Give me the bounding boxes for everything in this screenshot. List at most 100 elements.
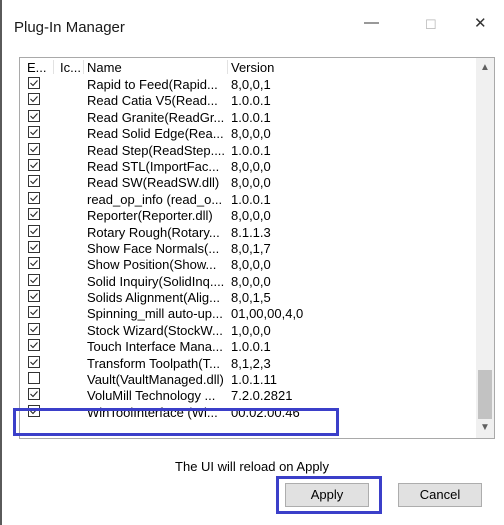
checkmark-icon xyxy=(30,194,38,202)
plugin-version: 8,0,0,0 xyxy=(231,158,271,174)
enable-checkbox[interactable] xyxy=(28,339,40,352)
maximize-icon[interactable]: ☐ xyxy=(425,17,437,33)
scrollbar-thumb[interactable] xyxy=(478,370,492,419)
enable-checkbox[interactable] xyxy=(28,224,40,237)
list-item[interactable]: Rotary Rough(Rotary... 8.1.1.3 xyxy=(20,224,476,240)
enable-checkbox[interactable] xyxy=(28,158,40,171)
plugin-rows: Rapid to Feed(Rapid... 8,0,0,1 Read Catia … xyxy=(20,76,476,420)
list-item[interactable]: Solids Alignment(Alig... 8,0,1,5 xyxy=(20,289,476,305)
plugin-name: Read STL(ImportFac... xyxy=(87,158,220,174)
enable-checkbox[interactable] xyxy=(28,77,40,89)
plugin-name: Show Position(Show... xyxy=(87,257,217,273)
column-header-version[interactable]: Version xyxy=(231,60,274,75)
plugin-version: 8,0,0,0 xyxy=(231,175,271,191)
plugin-name: Solid Inquiry(SolidInq.... xyxy=(87,273,225,289)
list-item[interactable]: Transform Toolpath(T... 8,1,2,3 xyxy=(20,355,476,371)
plugin-version: 7.2.0.2821 xyxy=(231,388,293,404)
column-header-enabled[interactable]: E... xyxy=(27,60,47,75)
checkmark-icon xyxy=(30,391,38,398)
enable-checkbox[interactable] xyxy=(28,208,40,221)
list-item[interactable]: Read Step(ReadStep.... 1.0.0.1 xyxy=(20,142,476,158)
list-item[interactable]: Show Position(Show... 8,0,0,0 xyxy=(20,256,476,272)
column-header-name[interactable]: Name xyxy=(87,60,122,75)
plugin-name: Vault(VaultManaged.dll) xyxy=(87,372,224,388)
checkmark-icon xyxy=(30,162,38,169)
enable-checkbox[interactable] xyxy=(28,142,40,155)
list-item[interactable]: Solid Inquiry(SolidInq.... 8,0,0,0 xyxy=(20,273,476,289)
scroll-down-icon[interactable]: ▼ xyxy=(476,420,494,436)
checkmark-icon xyxy=(30,211,38,218)
enable-checkbox[interactable] xyxy=(28,388,40,401)
reload-message: The UI will reload on Apply xyxy=(175,459,329,474)
plugin-name: Read Granite(ReadGr... xyxy=(87,109,225,125)
list-item[interactable]: Read Solid Edge(Rea... 8,0,0,0 xyxy=(20,125,476,141)
checkmark-icon xyxy=(30,342,38,349)
enable-checkbox[interactable] xyxy=(28,306,40,319)
plugin-name: Rotary Rough(Rotary... xyxy=(87,224,220,240)
enable-checkbox[interactable] xyxy=(28,257,40,270)
list-item[interactable]: Show Face Normals(... 8,0,1,7 xyxy=(20,240,476,256)
list-item[interactable]: Stock Wizard(StockW... 1,0,0,0 xyxy=(20,322,476,338)
plugin-name: Read SW(ReadSW.dll) xyxy=(87,175,220,191)
list-item[interactable]: Reporter(Reporter.dll) 8,0,0,0 xyxy=(20,207,476,223)
plugin-name: Spinning_mill auto-up... xyxy=(87,306,223,322)
selection-highlight-box xyxy=(13,408,339,436)
checkmark-icon xyxy=(30,276,38,283)
enable-checkbox[interactable] xyxy=(28,372,40,385)
list-item[interactable]: Read Granite(ReadGr... 1.0.0.1 xyxy=(20,109,476,125)
list-item[interactable]: Touch Interface Mana... 1.0.0.1 xyxy=(20,338,476,354)
list-item[interactable]: VoluMill Technology ... 7.2.0.2821 xyxy=(20,387,476,403)
window-left-border xyxy=(0,0,2,525)
enable-checkbox[interactable] xyxy=(28,290,40,303)
list-item[interactable]: Read STL(ImportFac... 8,0,0,0 xyxy=(20,158,476,174)
apply-button[interactable]: Apply xyxy=(285,483,369,507)
list-item[interactable]: Spinning_mill auto-up... 01,00,00,4,0 xyxy=(20,305,476,321)
list-item[interactable]: read_op_info (read_o... 1.0.0.1 xyxy=(20,191,476,207)
enable-checkbox[interactable] xyxy=(28,126,40,139)
enable-checkbox[interactable] xyxy=(28,191,40,204)
plugin-version: 8,1,2,3 xyxy=(231,355,271,371)
column-divider[interactable] xyxy=(53,60,54,74)
plugin-name: Touch Interface Mana... xyxy=(87,339,223,355)
checkmark-icon xyxy=(30,227,38,234)
window-title: Plug-In Manager xyxy=(14,19,125,36)
list-item[interactable]: Vault(VaultManaged.dll) 1.0.1.11 xyxy=(20,371,476,387)
enable-checkbox[interactable] xyxy=(28,93,40,106)
plugin-name: Read Solid Edge(Rea... xyxy=(87,126,224,142)
enable-checkbox[interactable] xyxy=(28,109,40,122)
checkmark-icon xyxy=(30,293,38,300)
column-divider[interactable] xyxy=(83,60,84,74)
list-item[interactable]: Read Catia V5(Read... 1.0.0.1 xyxy=(20,92,476,108)
plugin-version: 8,0,1,7 xyxy=(231,240,271,256)
checkmark-icon xyxy=(30,309,38,316)
plugin-version: 1,0,0,0 xyxy=(231,322,271,338)
plugin-name: Read Step(ReadStep.... xyxy=(87,142,226,158)
plugin-list[interactable]: E... Ic... Name Version Rapid to Feed(Ra… xyxy=(19,57,495,439)
plugin-name: Reporter(Reporter.dll) xyxy=(87,208,213,224)
plugin-version: 8,0,1,5 xyxy=(231,290,271,306)
enable-checkbox[interactable] xyxy=(28,273,40,286)
column-divider[interactable] xyxy=(227,60,228,74)
vertical-scrollbar[interactable]: ▲ ▼ xyxy=(476,58,494,438)
enable-checkbox[interactable] xyxy=(28,355,40,368)
list-item[interactable]: Read SW(ReadSW.dll) 8,0,0,0 xyxy=(20,174,476,190)
column-header-icon[interactable]: Ic... xyxy=(60,60,81,75)
list-item[interactable]: Rapid to Feed(Rapid... 8,0,0,1 xyxy=(20,76,476,92)
plugin-name: Rapid to Feed(Rapid... xyxy=(87,77,218,92)
plugin-version: 8,0,0,0 xyxy=(231,126,271,142)
plugin-version: 1.0.0.1 xyxy=(231,93,271,109)
close-icon[interactable]: ✕ xyxy=(474,14,487,32)
minimize-icon[interactable]: — xyxy=(364,14,379,31)
enable-checkbox[interactable] xyxy=(28,175,40,188)
plugin-version: 8,0,0,0 xyxy=(231,208,271,224)
checkmark-icon xyxy=(30,145,38,152)
enable-checkbox[interactable] xyxy=(28,322,40,335)
checkmark-icon xyxy=(30,260,38,267)
scroll-up-icon[interactable]: ▲ xyxy=(476,60,494,76)
list-header: E... Ic... Name Version xyxy=(20,58,476,75)
enable-checkbox[interactable] xyxy=(28,240,40,253)
checkmark-icon xyxy=(30,178,38,185)
cancel-button[interactable]: Cancel xyxy=(398,483,482,507)
plugin-version: 8,0,0,1 xyxy=(231,77,271,92)
plugin-version: 1.0.0.1 xyxy=(231,191,271,207)
